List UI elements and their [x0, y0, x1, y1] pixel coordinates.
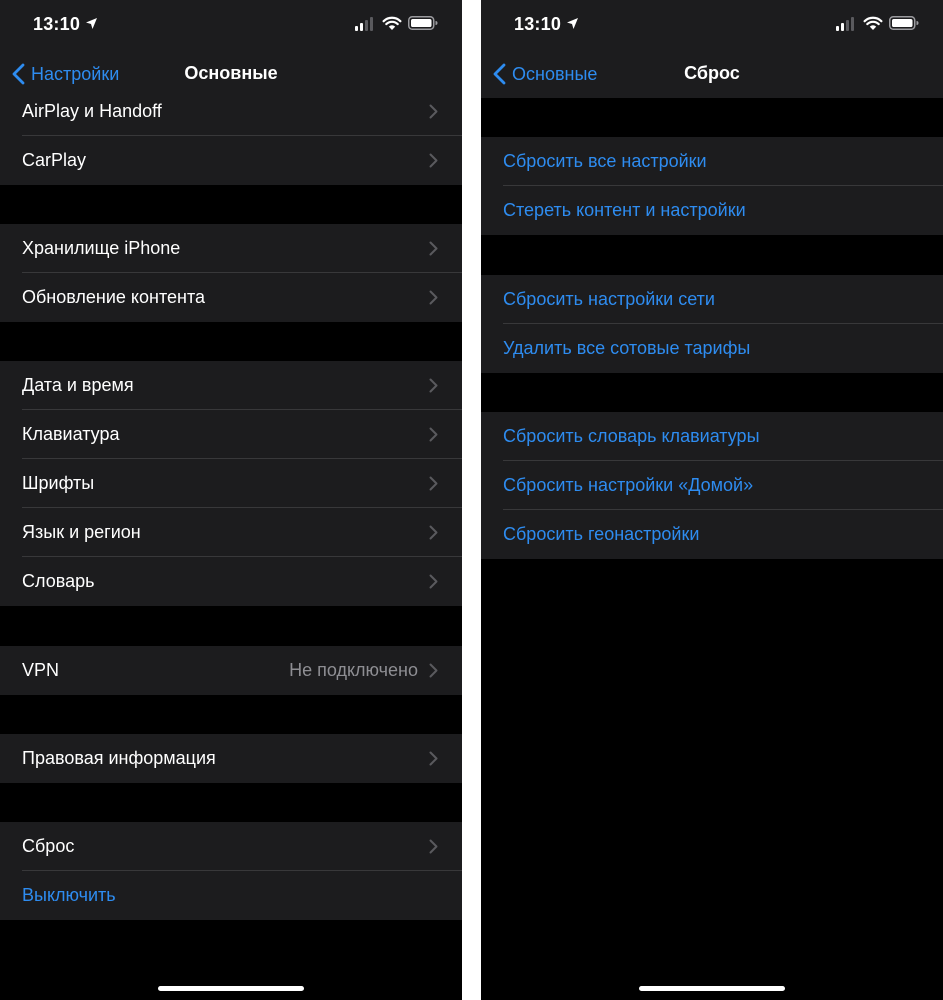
row-language-region[interactable]: Язык и регион	[0, 508, 462, 557]
settings-group-locale: Дата и время Клавиатура Шрифты Язык и ре…	[0, 361, 462, 606]
chevron-right-icon	[429, 525, 438, 540]
reset-all-settings-button[interactable]: Сбросить все настройки	[503, 151, 707, 172]
status-time: 13:10	[33, 14, 81, 34]
row-legal-info[interactable]: Правовая информация	[0, 734, 462, 783]
delete-cellular-plans-button[interactable]: Удалить все сотовые тарифы	[503, 338, 750, 359]
row-reset-network[interactable]: Сбросить настройки сети	[481, 275, 943, 324]
row-label: Хранилище iPhone	[22, 238, 181, 258]
chevron-right-icon	[429, 153, 438, 168]
cellular-signal-icon	[355, 17, 373, 31]
row-erase-all-content[interactable]: Стереть контент и настройки	[481, 186, 943, 235]
chevron-right-icon	[429, 663, 438, 678]
cellular-signal-icon	[836, 17, 854, 31]
chevron-right-icon	[429, 476, 438, 491]
reset-network-settings-button[interactable]: Сбросить настройки сети	[503, 289, 715, 310]
wifi-icon	[863, 16, 883, 30]
row-reset-home-layout[interactable]: Сбросить настройки «Домой»	[481, 461, 943, 510]
row-label: Обновление контента	[22, 287, 206, 307]
row-background-refresh[interactable]: Обновление контента	[0, 273, 462, 322]
battery-icon	[889, 16, 919, 30]
settings-group-reset: Сброс Выключить	[0, 822, 462, 920]
chevron-right-icon	[429, 574, 438, 589]
reset-home-layout-button[interactable]: Сбросить настройки «Домой»	[503, 475, 753, 496]
chevron-left-icon	[493, 63, 506, 85]
chevron-right-icon	[429, 378, 438, 393]
row-carplay[interactable]: CarPlay	[0, 136, 462, 185]
settings-group-vpn: VPN Не подключено	[0, 646, 462, 695]
row-reset[interactable]: Сброс	[0, 822, 462, 871]
row-label: Дата и время	[22, 375, 134, 395]
row-keyboard[interactable]: Клавиатура	[0, 410, 462, 459]
row-shut-down[interactable]: Выключить	[0, 871, 462, 920]
row-dictionary[interactable]: Словарь	[0, 557, 462, 606]
home-indicator[interactable]	[158, 986, 304, 991]
location-arrow-icon	[567, 18, 578, 29]
back-label: Основные	[512, 63, 598, 84]
reset-group-all: Сбросить все настройки Стереть контент и…	[481, 137, 943, 235]
row-fonts[interactable]: Шрифты	[0, 459, 462, 508]
row-label: Словарь	[22, 571, 95, 591]
settings-group-storage: Хранилище iPhone Обновление контента	[0, 224, 462, 322]
row-airplay-handoff[interactable]: AirPlay и Handoff	[0, 87, 462, 136]
wifi-icon	[382, 16, 402, 30]
chevron-right-icon	[429, 104, 438, 119]
back-label: Настройки	[31, 63, 120, 84]
erase-all-content-button[interactable]: Стереть контент и настройки	[503, 200, 746, 221]
row-iphone-storage[interactable]: Хранилище iPhone	[0, 224, 462, 273]
home-indicator[interactable]	[639, 986, 785, 991]
status-bar: 13:10	[481, 0, 943, 50]
shut-down-button[interactable]: Выключить	[22, 885, 116, 906]
location-arrow-icon	[86, 18, 97, 29]
row-reset-all-settings[interactable]: Сбросить все настройки	[481, 137, 943, 186]
row-date-time[interactable]: Дата и время	[0, 361, 462, 410]
chevron-right-icon	[429, 241, 438, 256]
reset-location-privacy-button[interactable]: Сбросить геонастройки	[503, 524, 699, 545]
reset-group-other: Сбросить словарь клавиатуры Сбросить нас…	[481, 412, 943, 559]
settings-group-airplay: AirPlay и Handoff CarPlay	[0, 87, 462, 185]
row-label: Клавиатура	[22, 424, 120, 444]
vpn-status-value: Не подключено	[289, 660, 418, 680]
reset-keyboard-dictionary-button[interactable]: Сбросить словарь клавиатуры	[503, 426, 760, 447]
row-label: Язык и регион	[22, 522, 141, 542]
row-delete-cellular-plans[interactable]: Удалить все сотовые тарифы	[481, 324, 943, 373]
battery-icon	[408, 16, 438, 30]
row-reset-location[interactable]: Сбросить геонастройки	[481, 510, 943, 559]
general-settings-screen: 13:10 Настройки Основные AirPlay и Hando	[0, 0, 462, 1000]
chevron-right-icon	[429, 427, 438, 442]
row-vpn[interactable]: VPN Не подключено	[0, 646, 462, 695]
chevron-left-icon	[12, 63, 25, 85]
navigation-bar: Основные Сброс	[481, 50, 943, 98]
reset-screen: 13:10 Основные Сброс Сбросить все настро…	[481, 0, 943, 1000]
reset-group-network: Сбросить настройки сети Удалить все сото…	[481, 275, 943, 373]
status-time: 13:10	[514, 14, 562, 34]
row-label: VPN	[22, 660, 60, 680]
chevron-right-icon	[429, 839, 438, 854]
row-label: Правовая информация	[22, 748, 216, 768]
settings-group-legal: Правовая информация	[0, 734, 462, 783]
row-label: Шрифты	[22, 473, 95, 493]
row-label: AirPlay и Handoff	[22, 101, 162, 121]
row-label: Сброс	[22, 836, 75, 856]
row-label: CarPlay	[22, 150, 87, 170]
back-button[interactable]: Основные	[493, 62, 597, 86]
status-bar: 13:10	[0, 0, 462, 50]
chevron-right-icon	[429, 290, 438, 305]
chevron-right-icon	[429, 751, 438, 766]
row-reset-keyboard-dictionary[interactable]: Сбросить словарь клавиатуры	[481, 412, 943, 461]
back-button[interactable]: Настройки	[12, 62, 119, 86]
